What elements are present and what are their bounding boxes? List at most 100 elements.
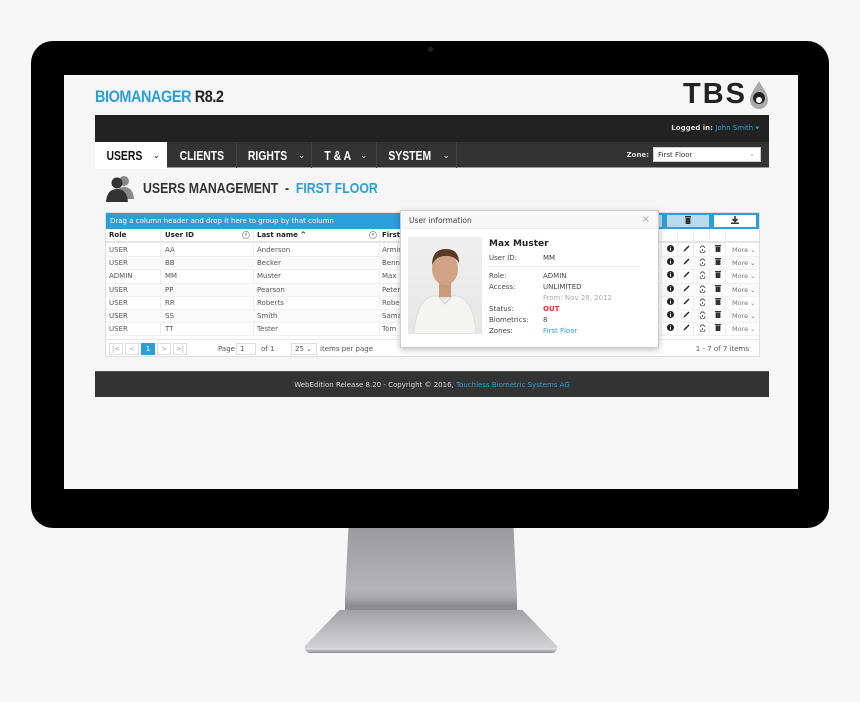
more-dropdown[interactable]: More ⌄ [732,259,756,267]
page-size-select[interactable]: 25 ⌄ [291,343,317,355]
detail-value: UNLIMITED [543,282,582,291]
caret-down-icon: ▾ [755,124,759,132]
filter-icon[interactable]: ▾ [369,231,377,239]
detail-label: Zones: [489,326,513,335]
more-dropdown[interactable]: More ⌄ [732,312,756,320]
trash-icon[interactable] [711,324,725,333]
nav-ta-label: T & A [324,147,352,163]
biomanager-app: BIOMANAGER R8.2 TBS Logged in: John Smit… [95,75,769,489]
company-link[interactable]: Touchless Biometric Systems AG [456,381,570,389]
fingerprint-icon[interactable] [695,324,709,334]
logged-in-label: Logged in: [671,124,713,132]
column-header-user-id[interactable]: User ID [165,231,194,239]
trash-icon[interactable] [711,245,725,254]
trash-icon[interactable] [711,297,725,307]
user-menu[interactable]: John Smith ▾ [715,124,759,132]
more-dropdown[interactable]: More ⌄ [732,272,756,280]
next-page-button[interactable]: > [157,343,171,355]
tbs-logo: TBS [683,78,769,111]
more-dropdown[interactable]: More ⌄ [732,246,756,254]
nav-users[interactable]: USERS ⌄ [95,142,167,169]
zone-link[interactable]: First Floor [543,327,577,335]
page-header: USERS MANAGEMENT - FIRST FLOOR [105,173,429,203]
detail-label: User ID: [489,253,517,262]
popup-header: User information × [401,211,658,229]
info-icon[interactable] [663,258,677,267]
more-dropdown[interactable]: More ⌄ [732,299,756,307]
user-full-name: Max Muster [489,239,549,249]
detail-value: ADMIN [543,271,567,280]
fingerprint-icon[interactable] [695,271,709,281]
delete-button[interactable] [666,214,710,228]
edit-icon[interactable] [679,271,693,280]
page-title-separator: - [285,179,290,197]
detail-zones: Zones: First Floor [489,325,649,336]
brand-logo: BIOMANAGER R8.2 [95,87,224,107]
info-icon[interactable] [663,271,677,280]
chevron-down-icon: ⌄ [298,150,305,160]
footer-text: WebEdition Release 8.20 - Copyright © 20… [294,381,454,389]
nav-system[interactable]: SYSTEM ⌄ [377,142,457,168]
trash-icon[interactable] [711,271,725,280]
page-title: USERS MANAGEMENT - FIRST FLOOR [143,180,378,197]
close-icon[interactable]: × [642,214,650,225]
info-icon[interactable] [663,284,677,294]
cell-role: USER [109,298,128,307]
edit-icon[interactable] [679,258,693,267]
nav-clients[interactable]: CLIENTS [167,142,237,168]
fingerprint-icon[interactable] [695,298,709,308]
filter-icon[interactable]: ▾ [242,231,250,239]
fingerprint-icon[interactable] [695,311,709,321]
info-icon[interactable] [663,324,677,333]
page-title-main: USERS MANAGEMENT [143,179,279,197]
more-dropdown[interactable]: More ⌄ [732,325,756,333]
cell-user-id: RR [165,298,175,307]
trash-icon[interactable] [711,258,725,267]
edit-icon[interactable] [679,298,693,307]
trash-icon[interactable] [711,284,725,294]
monitor-stand-base [304,610,558,652]
column-header-role[interactable]: Role [109,231,126,239]
fingerprint-icon[interactable] [695,258,709,268]
last-page-button[interactable]: >| [173,343,187,355]
info-icon[interactable] [663,297,677,307]
cell-user-id: PP [165,285,174,294]
fingerprint-icon[interactable] [695,245,709,255]
detail-divider [489,266,639,267]
edit-icon[interactable] [679,324,693,333]
nav-rights[interactable]: RIGHTS ⌄ [237,142,312,168]
detail-role: Role: ADMIN [489,270,649,281]
fingerprint-icon[interactable] [695,285,709,295]
prev-page-button[interactable]: < [125,343,139,355]
nav-time-attendance[interactable]: T & A ⌄ [312,142,377,168]
cell-last-name: Muster [257,272,282,281]
zone-select[interactable]: First Floor ⌄ [653,147,761,162]
info-icon[interactable] [663,310,677,320]
chevron-down-icon: ⌄ [360,150,368,160]
info-icon[interactable] [663,245,677,254]
pager-info: 1 - 7 of 7 items [695,345,749,353]
cell-last-name: Pearson [257,285,285,294]
current-page-button[interactable]: 1 [141,343,155,355]
trash-icon[interactable] [711,310,725,320]
more-dropdown[interactable]: More ⌄ [732,286,756,294]
fingerprint-drop-icon [749,80,769,110]
edit-icon[interactable] [679,311,693,320]
popup-title: User information [409,216,472,225]
status-badge: OUT [543,304,560,313]
column-header-first-name[interactable]: First [382,231,400,239]
users-group-icon [105,173,135,203]
chevron-down-icon: ⌄ [442,150,450,160]
cell-user-id: BB [165,259,175,268]
first-page-button[interactable]: |< [109,343,123,355]
column-header-last-name[interactable]: Last name ^ [257,231,306,239]
page-input[interactable]: 1 [236,343,256,355]
cell-role: USER [109,259,128,268]
export-button[interactable] [713,214,757,228]
edit-icon[interactable] [679,285,693,294]
page-title-zone: FIRST FLOOR [295,179,378,197]
user-details: Max Muster User ID: MM Role: ADMIN Acces… [489,239,649,336]
cell-last-name: Becker [257,259,281,268]
cell-user-id: AA [165,246,175,254]
edit-icon[interactable] [679,245,693,254]
